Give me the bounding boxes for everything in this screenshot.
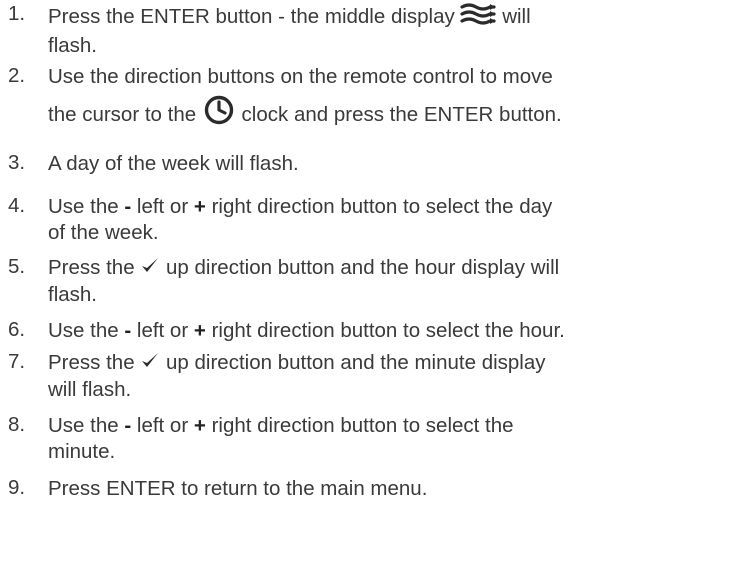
step-text: Press the [48,351,135,374]
plus-symbol: + [193,319,206,342]
step-number: 3. [8,151,26,174]
step-text: right direction button to select the [211,414,514,437]
plus-symbol: + [193,195,206,218]
step-text: Use the direction buttons on the remote … [48,65,553,88]
step-number: 2. [8,64,26,87]
step-text: of the week. [48,221,159,244]
minus-symbol: - [124,195,132,218]
step-text: the cursor to the [48,102,197,126]
minus-symbol: - [124,414,132,437]
minus-symbol: - [124,319,132,342]
step-text: will flash. [48,378,132,402]
step-number: 4. [8,194,26,217]
step-text: clock and press the ENTER button. [241,102,562,126]
step-text: flash. [48,34,97,57]
step-text: Use the [48,319,119,342]
step-text: will [502,4,531,28]
step-text: Press the [48,256,135,279]
step-text: left or [136,195,189,218]
checkmark-icon [140,255,160,282]
step-number: 8. [8,413,26,436]
step-number: 7. [8,350,26,373]
step-text: left or [136,319,189,342]
step-text: Press the ENTER button - the middle disp… [48,4,455,28]
step-text: up direction button and the minute displ… [166,351,546,374]
step-number: 9. [8,476,26,499]
step-number: 6. [8,318,26,341]
airflow-waves-icon [460,2,497,33]
step-text: right direction button to select the day [211,195,553,218]
step-text: A day of the week will flash. [48,152,299,175]
step-text: Use the [48,414,119,437]
step-number: 1. [8,2,26,25]
plus-symbol: + [193,414,206,437]
step-text: up direction button and the hour display… [166,256,560,279]
step-text: Use the [48,195,119,218]
clock-icon [202,94,236,137]
checkmark-icon [140,350,160,377]
step-text: Press ENTER to return to the main menu. [48,477,428,500]
step-number: 5. [8,255,26,278]
step-text: right direction button to select the hou… [211,319,565,342]
step-text: flash. [48,283,97,307]
step-text: left or [136,414,189,437]
step-text: minute. [48,440,116,463]
